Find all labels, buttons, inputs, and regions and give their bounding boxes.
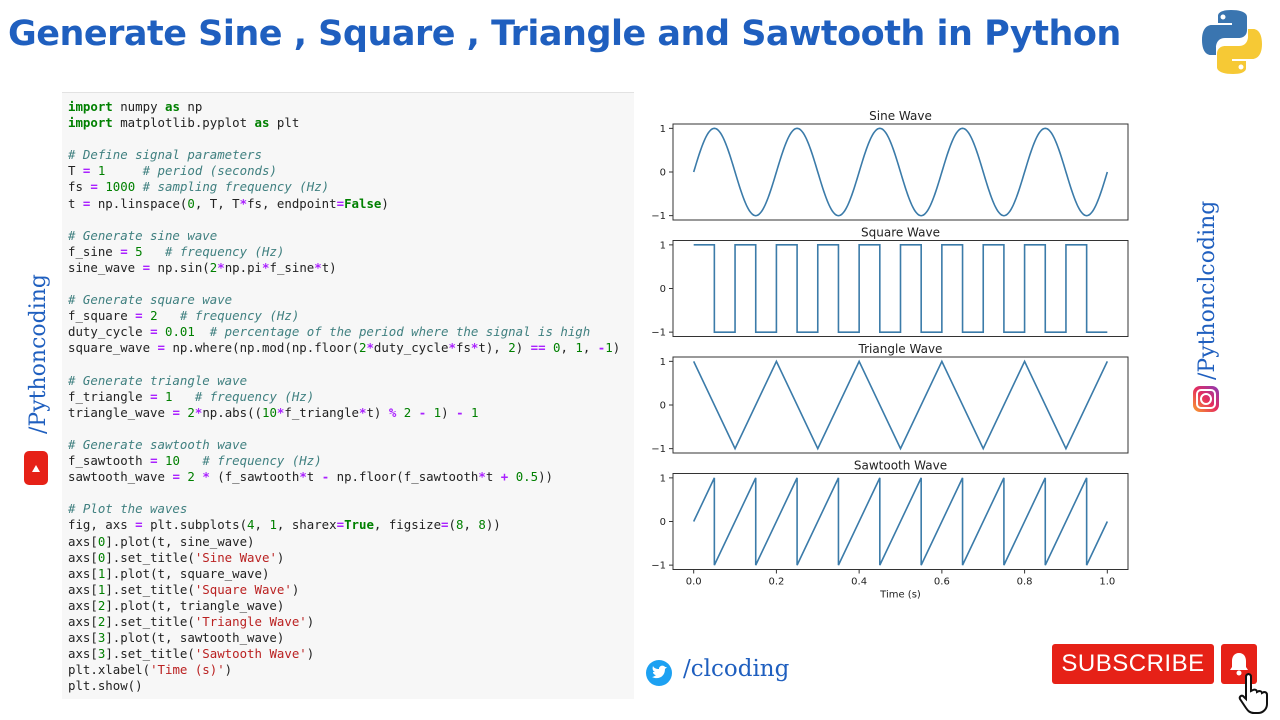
code-line: axs[2].set_title('Triangle Wave') [68, 614, 315, 629]
code-line: # Define signal parameters [68, 147, 262, 163]
code-line: sine_wave = np.sin(2*np.pi*f_sine*t) [68, 259, 337, 275]
x-tick-label: 0.6 [934, 577, 950, 588]
page-title: Generate Sine , Square , Triangle and Sa… [8, 14, 1121, 54]
code-line: import numpy as np [68, 99, 203, 114]
y-tick-label: −1 [651, 328, 666, 339]
code-line: axs[3].set_title('Sawtooth Wave') [68, 646, 315, 662]
right-channel-handle: /Pythonclcoding [1195, 200, 1220, 380]
code-line: plt.show() [68, 678, 143, 694]
x-tick-label: 1.0 [1099, 577, 1115, 588]
x-axis-label: Time (s) [879, 590, 921, 601]
code-line: f_sine = 5 # frequency (Hz) [68, 243, 285, 259]
code-line: axs[0].set_title('Sine Wave') [68, 549, 285, 565]
x-tick-label: 0.0 [686, 577, 702, 588]
subplot-title: Sawtooth Wave [854, 459, 947, 473]
subplot-title: Sine Wave [869, 109, 932, 123]
y-tick-label: −1 [651, 561, 666, 572]
code-line: # Generate sine wave [68, 227, 218, 243]
code-line: t = np.linspace(0, T, T*fs, endpoint=Fal… [68, 195, 389, 211]
y-tick-label: 0 [660, 517, 666, 528]
code-line: fs = 1000 # sampling frequency (Hz) [68, 179, 330, 195]
code-line: # Plot the waves [68, 501, 188, 517]
subplot-frame [672, 356, 1129, 454]
series-line [693, 244, 1108, 333]
y-tick-label: −1 [651, 211, 666, 222]
code-line: axs[2].plot(t, triangle_wave) [68, 597, 285, 613]
y-tick-label: 0 [660, 284, 666, 295]
code-line: sawtooth_wave = 2 * (f_sawtooth*t - np.f… [68, 469, 554, 485]
subscribe-button[interactable]: SUBSCRIBE [1052, 644, 1214, 684]
code-line: f_sawtooth = 10 # frequency (Hz) [68, 453, 322, 469]
y-tick-label: 1 [660, 240, 666, 251]
code-line: duty_cycle = 0.01 # percentage of the pe… [68, 324, 591, 340]
code-editor: import numpy as np import matplotlib.pyp… [62, 93, 634, 694]
code-line: plt.xlabel('Time (s)') [68, 662, 233, 678]
youtube-icon[interactable] [24, 451, 48, 485]
subplot-title: Triangle Wave [858, 342, 943, 356]
code-line: square_wave = np.where(np.mod(np.floor(2… [68, 340, 621, 356]
twitter-handle[interactable]: /clcoding [683, 656, 789, 682]
x-tick-label: 0.2 [768, 577, 784, 588]
code-line: axs[1].plot(t, square_wave) [68, 565, 270, 581]
code-line: # Generate sawtooth wave [68, 436, 248, 452]
code-line: axs[3].plot(t, sawtooth_wave) [68, 630, 285, 646]
y-tick-label: 0 [660, 401, 666, 412]
y-tick-label: 0 [660, 168, 666, 179]
code-line: # Generate square wave [68, 292, 233, 308]
code-line: axs[0].plot(t, sine_wave) [68, 533, 255, 549]
code-cell[interactable]: import numpy as np import matplotlib.pyp… [62, 92, 634, 699]
waveform-plots: Sine Wave 1 0 −1 Square Wave 1 0 −1 Triangle Wav… [651, 109, 1129, 601]
y-tick-label: 1 [660, 357, 666, 368]
python-logo-icon [1202, 10, 1262, 74]
y-tick-label: −1 [651, 444, 666, 455]
code-line: triangle_wave = 2*np.abs((10*f_triangle*… [68, 404, 479, 420]
hand-cursor-icon [1238, 673, 1268, 714]
code-line: # Generate triangle wave [68, 372, 248, 388]
code-line: T = 1 # period (seconds) [68, 163, 277, 179]
code-line: f_triangle = 1 # frequency (Hz) [68, 388, 315, 404]
left-channel-handle: /Pythoncoding [26, 273, 51, 434]
code-line: import matplotlib.pyplot as plt [68, 115, 300, 131]
code-line: fig, axs = plt.subplots(4, 1, sharex=Tru… [68, 517, 501, 533]
y-tick-label: 1 [660, 124, 666, 135]
x-tick-label: 0.8 [1017, 577, 1033, 588]
twitter-icon[interactable] [646, 660, 672, 686]
code-line: axs[1].set_title('Square Wave') [68, 581, 300, 597]
subplot-title: Square Wave [861, 226, 940, 240]
instagram-icon[interactable] [1193, 386, 1219, 412]
x-tick-label: 0.4 [851, 577, 867, 588]
code-line: f_square = 2 # frequency (Hz) [68, 308, 300, 324]
y-tick-label: 1 [660, 473, 666, 484]
